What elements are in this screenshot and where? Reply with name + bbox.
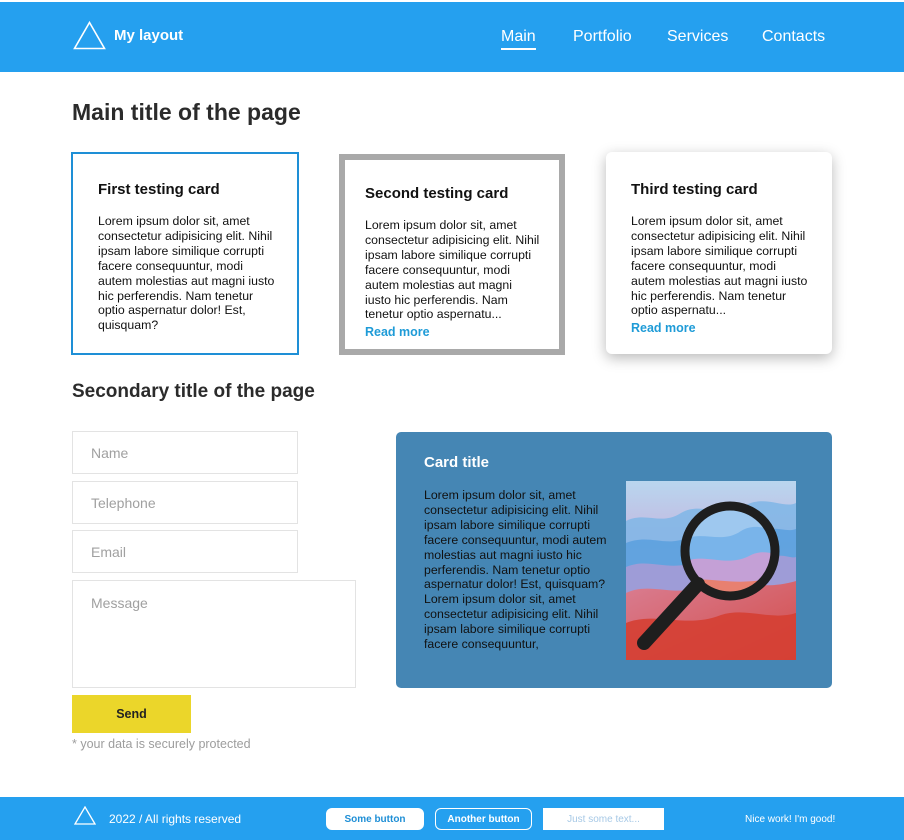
first-card-text: Lorem ipsum dolor sit, amet consectetur …: [98, 214, 275, 333]
second-card-read-more-link[interactable]: Read more: [365, 325, 541, 339]
first-card-title: First testing card: [98, 181, 220, 198]
third-card-title: Third testing card: [631, 181, 758, 198]
third-card: Third testing card Lorem ipsum dolor sit…: [606, 152, 832, 354]
nav-portfolio[interactable]: Portfolio: [573, 28, 632, 46]
some-button[interactable]: Some button: [326, 808, 424, 830]
site-footer: 2022 / All rights reserved Some button A…: [0, 797, 904, 840]
email-field[interactable]: [72, 530, 298, 573]
triangle-logo-icon: [74, 806, 96, 825]
main-nav: Main Portfolio Services Contacts: [0, 28, 904, 58]
secondary-title: Secondary title of the page: [72, 381, 315, 402]
third-card-read-more-link[interactable]: Read more: [631, 321, 812, 335]
third-card-text: Lorem ipsum dolor sit, amet consectetur …: [631, 214, 808, 318]
feature-card: Card title Lorem ipsum dolor sit, amet c…: [396, 432, 832, 688]
feature-card-text: Lorem ipsum dolor sit, amet consectetur …: [424, 488, 607, 652]
second-card: Second testing card Lorem ipsum dolor si…: [339, 154, 565, 355]
send-button[interactable]: Send: [72, 695, 191, 733]
telephone-field[interactable]: [72, 481, 298, 524]
footer-text-input[interactable]: [543, 808, 664, 830]
another-button[interactable]: Another button: [435, 808, 532, 830]
page-title: Main title of the page: [72, 99, 301, 125]
privacy-note: * your data is securely protected: [72, 737, 251, 751]
second-card-title: Second testing card: [365, 185, 509, 202]
message-field[interactable]: [72, 580, 356, 688]
name-field[interactable]: [72, 431, 298, 474]
second-card-text: Lorem ipsum dolor sit, amet consectetur …: [365, 218, 540, 322]
nav-contacts[interactable]: Contacts: [762, 28, 825, 46]
site-header: My layout Main Portfolio Services Contac…: [0, 2, 904, 72]
nav-services[interactable]: Services: [667, 28, 728, 46]
first-card: First testing card Lorem ipsum dolor sit…: [71, 152, 299, 355]
magnifier-icon: [626, 481, 796, 660]
copyright-text: 2022 / All rights reserved: [109, 812, 242, 826]
feature-card-title: Card title: [424, 454, 490, 471]
footer-message: Nice work! I'm good!: [745, 814, 836, 825]
nav-main[interactable]: Main: [501, 28, 536, 50]
